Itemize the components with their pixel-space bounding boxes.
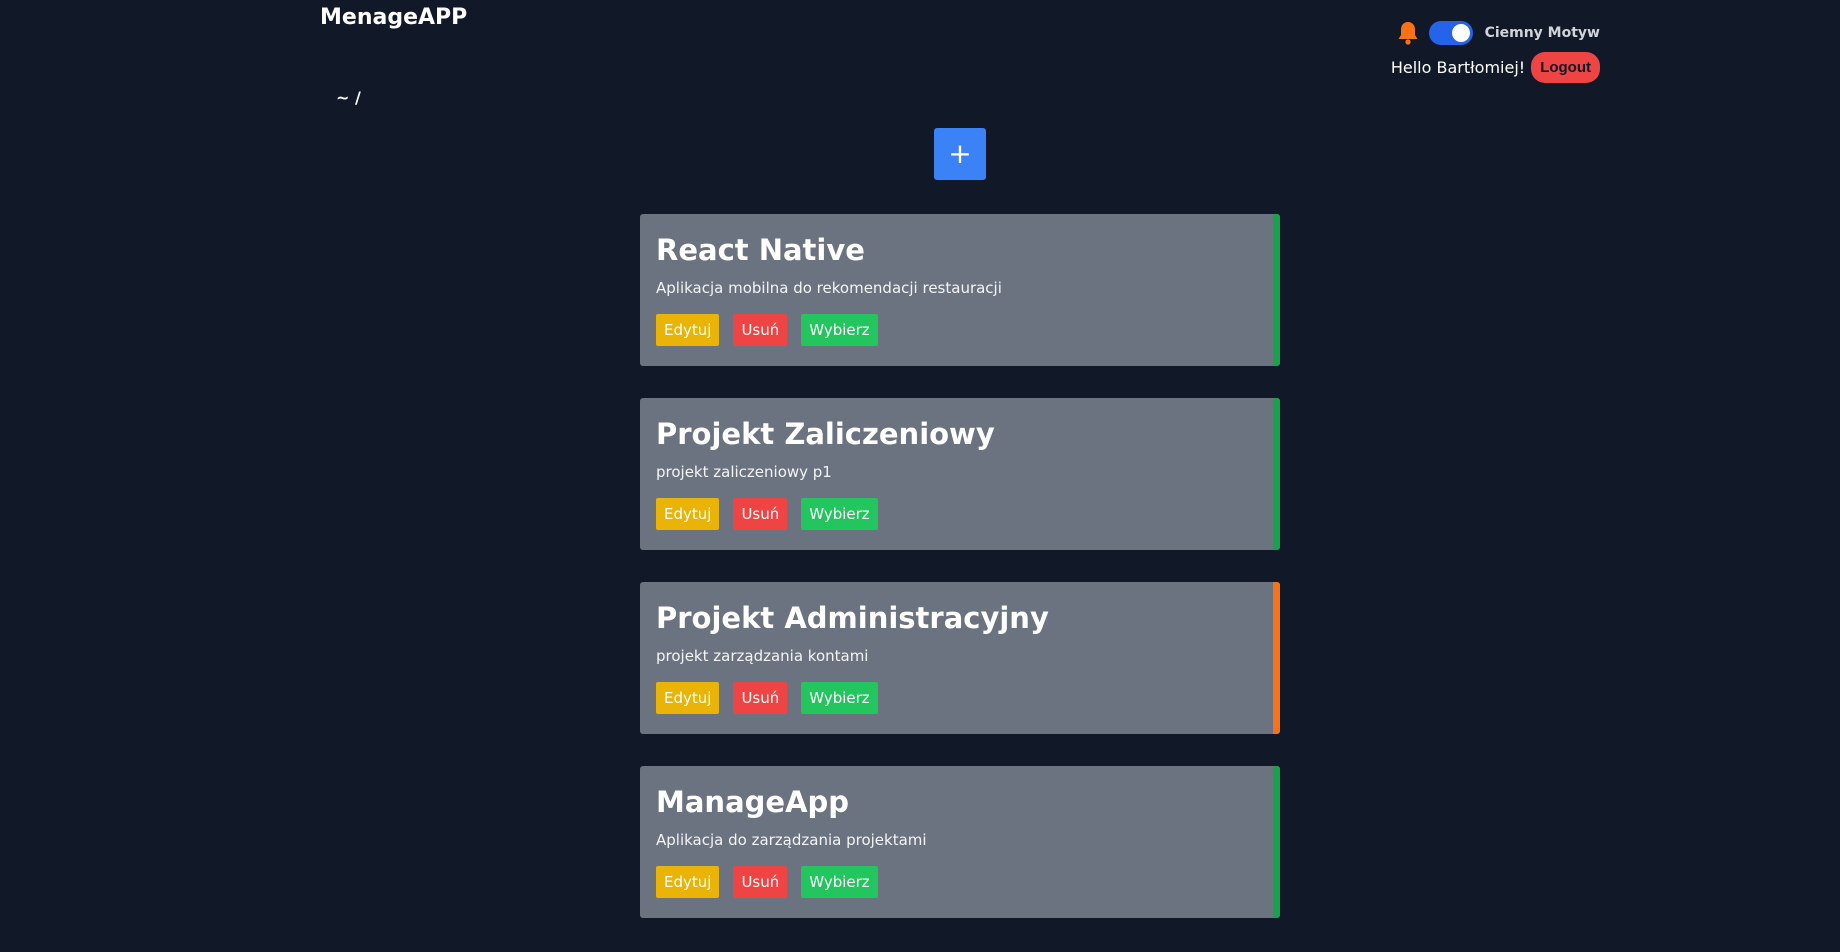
project-actions: Edytuj Usuń Wybierz: [656, 682, 1264, 714]
user-row: Hello Bartłomiej! Logout: [1340, 52, 1600, 83]
bell-icon[interactable]: [1395, 19, 1421, 47]
edit-project-button[interactable]: Edytuj: [656, 498, 720, 530]
logout-button[interactable]: Logout: [1531, 52, 1600, 83]
project-actions: Edytuj Usuń Wybierz: [656, 314, 1264, 346]
project-card: ManageApp Aplikacja do zarządzania proje…: [640, 766, 1280, 918]
project-list: React Native Aplikacja mobilna do rekome…: [640, 214, 1280, 950]
user-greeting: Hello Bartłomiej!: [1390, 58, 1526, 77]
select-project-button[interactable]: Wybierz: [801, 314, 878, 346]
project-title: Projekt Zaliczeniowy: [656, 417, 995, 451]
add-project-button[interactable]: +: [934, 128, 986, 180]
header-user-area: Ciemny Motyw Hello Bartłomiej! Logout: [1340, 18, 1600, 83]
project-title: Projekt Administracyjny: [656, 601, 1049, 635]
project-title: React Native: [656, 233, 865, 267]
toggle-knob: [1451, 24, 1470, 42]
select-project-button[interactable]: Wybierz: [801, 682, 878, 714]
app-page: MenageAPP Ciemny Motyw Hello Bartłomiej!…: [0, 0, 1840, 952]
project-card: React Native Aplikacja mobilna do rekome…: [640, 214, 1280, 366]
project-actions: Edytuj Usuń Wybierz: [656, 866, 1264, 898]
project-card: Projekt Administracyjny projekt zarządza…: [640, 582, 1280, 734]
project-description: projekt zaliczeniowy p1: [656, 463, 832, 481]
delete-project-button[interactable]: Usuń: [733, 682, 788, 714]
project-actions: Edytuj Usuń Wybierz: [656, 498, 1264, 530]
project-title: ManageApp: [656, 785, 850, 819]
header-controls: Ciemny Motyw: [1340, 18, 1600, 48]
project-status-accent: [1273, 214, 1280, 366]
delete-project-button[interactable]: Usuń: [733, 866, 788, 898]
project-card: Projekt Zaliczeniowy projekt zaliczeniow…: [640, 398, 1280, 550]
app-brand[interactable]: MenageAPP: [320, 4, 467, 32]
theme-toggle[interactable]: [1428, 21, 1473, 45]
project-description: projekt zarządzania kontami: [656, 647, 869, 665]
project-status-accent: [1273, 582, 1280, 734]
plus-icon: +: [948, 137, 972, 170]
theme-label: Ciemny Motyw: [1484, 25, 1600, 41]
edit-project-button[interactable]: Edytuj: [656, 682, 720, 714]
edit-project-button[interactable]: Edytuj: [656, 866, 720, 898]
edit-project-button[interactable]: Edytuj: [656, 314, 720, 346]
delete-project-button[interactable]: Usuń: [733, 314, 788, 346]
project-status-accent: [1273, 398, 1280, 550]
select-project-button[interactable]: Wybierz: [801, 498, 878, 530]
project-description: Aplikacja do zarządzania projektami: [656, 831, 927, 849]
delete-project-button[interactable]: Usuń: [733, 498, 788, 530]
project-status-accent: [1273, 766, 1280, 918]
breadcrumb[interactable]: ~ /: [336, 88, 361, 107]
project-description: Aplikacja mobilna do rekomendacji restau…: [656, 279, 1002, 297]
select-project-button[interactable]: Wybierz: [801, 866, 878, 898]
